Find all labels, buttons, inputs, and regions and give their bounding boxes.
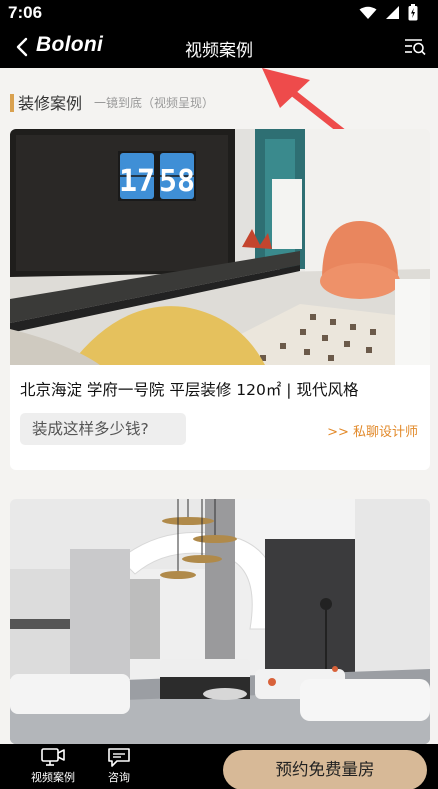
video-case-icon — [41, 748, 65, 766]
section-title: 装修案例 — [18, 94, 83, 113]
book-measurement-button[interactable]: 预约免费量房 — [223, 750, 427, 789]
tab-label: 视频案例 — [31, 771, 75, 784]
tab-label: 咨询 — [108, 771, 130, 784]
menu-search-icon[interactable] — [402, 35, 428, 59]
chat-icon — [108, 748, 130, 767]
case-photo[interactable] — [10, 499, 430, 744]
chat-designer-link[interactable]: >> 私聊设计师 — [327, 421, 418, 440]
case-card[interactable] — [10, 499, 430, 744]
bottom-nav: 视频案例 咨询 预约免费量房 — [0, 744, 438, 789]
back-arrow-icon[interactable] — [12, 35, 34, 59]
app-bar: Boloni 视频案例 — [0, 26, 438, 68]
clock-hours: 17 — [119, 164, 155, 199]
clock-minutes: 58 — [159, 164, 195, 199]
case-photo[interactable]: 17 58 — [10, 129, 430, 365]
section-accent-bar — [10, 94, 14, 112]
section-header: 装修案例 一镜到底（视频呈现） — [0, 86, 438, 116]
brand-logo: Boloni — [36, 33, 104, 56]
price-inquiry-button[interactable]: 装成这样多少钱? — [20, 413, 186, 445]
tab-video-cases[interactable]: 视频案例 — [25, 746, 81, 785]
wifi-icon — [359, 6, 377, 19]
battery-icon — [408, 4, 418, 21]
case-card[interactable]: 17 58 北京海淀 学府一号院 平层装修 120㎡ | 现代风格 装成这样多少… — [10, 129, 430, 470]
signal-icon — [386, 6, 399, 19]
tab-consult[interactable]: 咨询 — [91, 746, 147, 785]
section-subtitle: 一镜到底（视频呈现） — [94, 96, 215, 110]
status-bar: 7:06 — [0, 0, 438, 26]
case-title[interactable]: 北京海淀 学府一号院 平层装修 120㎡ | 现代风格 — [20, 378, 358, 400]
status-time: 7:06 — [8, 3, 43, 22]
status-icons — [359, 4, 418, 21]
